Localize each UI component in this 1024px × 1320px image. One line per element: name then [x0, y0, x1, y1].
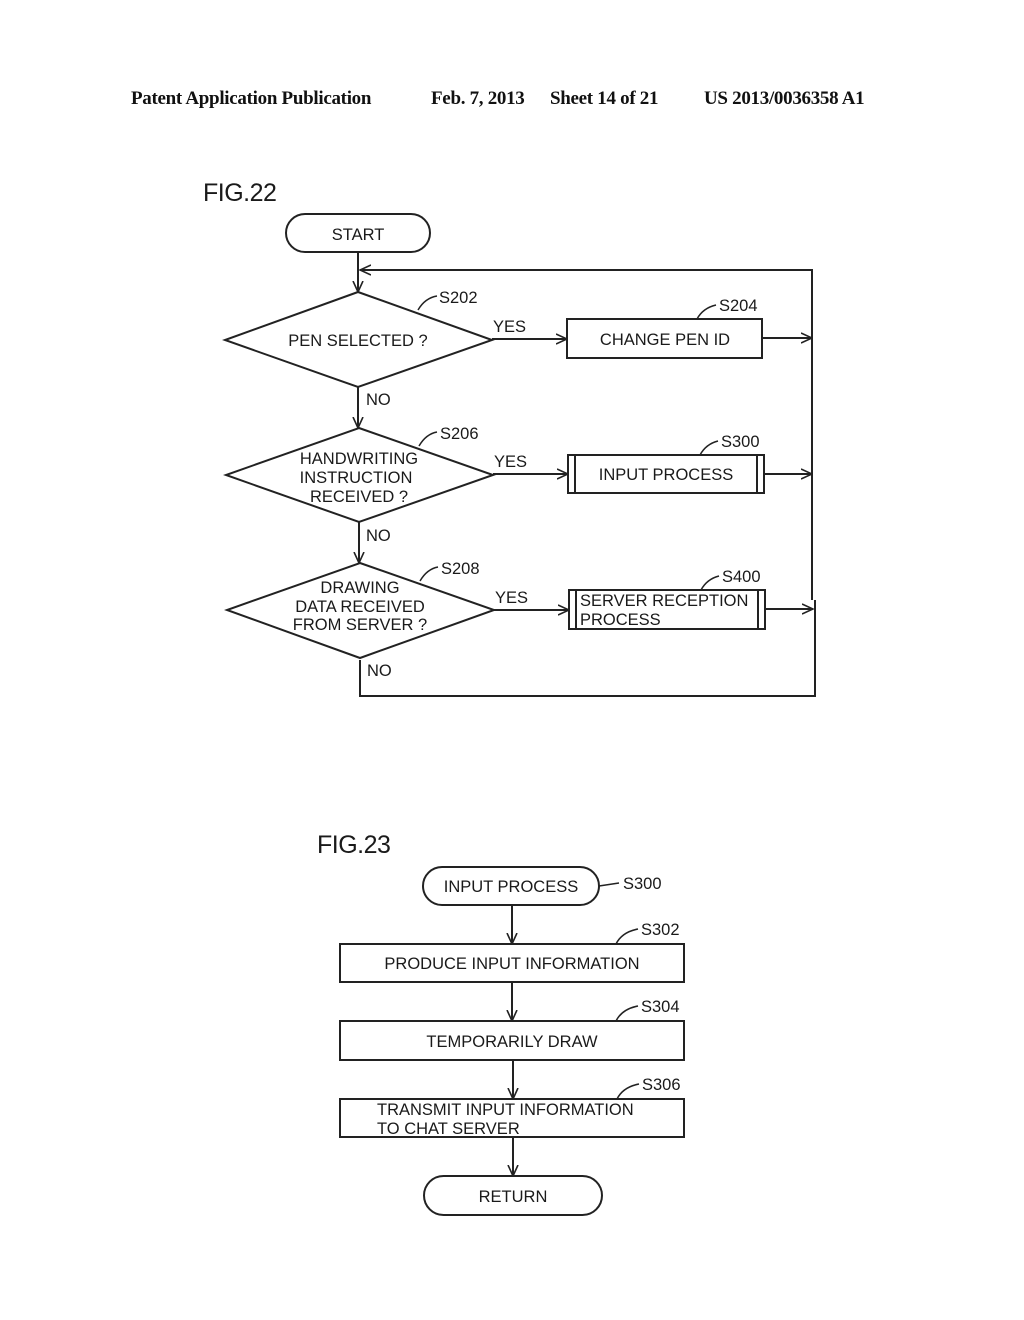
s206-no-label: NO: [366, 527, 391, 545]
process-s400: SERVER RECEPTION PROCESS S400: [568, 568, 766, 630]
s400-leader: [700, 575, 720, 591]
return-terminal-label: RETURN: [479, 1188, 548, 1206]
s208-yes-label: YES: [495, 589, 528, 607]
s208-no-label: NO: [367, 662, 392, 680]
s306-step-label: S306: [642, 1076, 681, 1094]
decision-s202: PEN SELECTED ? S202 YES NO: [222, 289, 526, 409]
process-s204: CHANGE PEN ID S204: [566, 297, 763, 359]
process-s400-line2: PROCESS: [580, 611, 661, 629]
decision-s206-line2: INSTRUCTION: [300, 469, 413, 487]
step-s302-label: PRODUCE INPUT INFORMATION: [384, 955, 639, 973]
fig23-start-terminal: INPUT PROCESS S300: [422, 866, 662, 906]
decision-s202-label: PEN SELECTED ?: [288, 332, 427, 350]
s302-leader: [615, 928, 639, 945]
decision-s208: DRAWING DATA RECEIVED FROM SERVER ? S208…: [224, 560, 528, 680]
process-s300-label: INPUT PROCESS: [599, 466, 733, 484]
decision-s206-line3: RECEIVED ?: [310, 488, 408, 506]
s400-step-label: S400: [722, 568, 761, 586]
fig23-title: FIG.23: [317, 831, 390, 859]
s302-step-label: S302: [641, 921, 680, 939]
s202-step-label: S202: [439, 289, 478, 307]
s304-step-label: S304: [641, 998, 680, 1016]
s202-no-label: NO: [366, 391, 391, 409]
s306-leader: [616, 1083, 640, 1100]
s300-step-label: S300: [721, 433, 760, 451]
decision-s208-line2: DATA RECEIVED: [295, 598, 425, 616]
s204-leader: [696, 304, 717, 320]
process-s204-label: CHANGE PEN ID: [600, 331, 730, 349]
s300-leader: [699, 440, 719, 456]
start-label: START: [332, 226, 385, 244]
s206-yes-label: YES: [494, 453, 527, 471]
s208-step-label: S208: [441, 560, 480, 578]
s300-terminal-step: S300: [623, 875, 662, 893]
input-process-terminal-label: INPUT PROCESS: [444, 878, 578, 896]
decision-s208-line3: FROM SERVER ?: [293, 616, 427, 634]
flowchart-canvas: FIG.22 START PEN SELECTED ? S202 YES NO …: [203, 179, 816, 1216]
decision-s208-line1: DRAWING: [320, 579, 399, 597]
s206-leader: [418, 431, 438, 447]
process-s400-line1: SERVER RECEPTION: [580, 592, 748, 610]
decision-s206: HANDWRITING INSTRUCTION RECEIVED ? S206 …: [222, 425, 527, 545]
step-s306-line2: TO CHAT SERVER: [377, 1120, 520, 1138]
s304-leader: [615, 1005, 639, 1022]
process-s300: INPUT PROCESS S300: [567, 433, 765, 494]
s204-step-label: S204: [719, 297, 758, 315]
step-s306-line1: TRANSMIT INPUT INFORMATION: [377, 1101, 634, 1119]
s202-leader: [417, 295, 438, 311]
s202-yes-label: YES: [493, 318, 526, 336]
s300-terminal-leader: [598, 882, 620, 887]
fig23-return-terminal: RETURN: [423, 1175, 603, 1216]
s206-step-label: S206: [440, 425, 479, 443]
step-s304-label: TEMPORARILY DRAW: [426, 1033, 598, 1051]
s208-leader: [419, 566, 439, 582]
fig22-title: FIG.22: [203, 179, 276, 207]
decision-s206-line1: HANDWRITING: [300, 450, 418, 468]
fig22-start-terminal: START: [285, 213, 431, 253]
